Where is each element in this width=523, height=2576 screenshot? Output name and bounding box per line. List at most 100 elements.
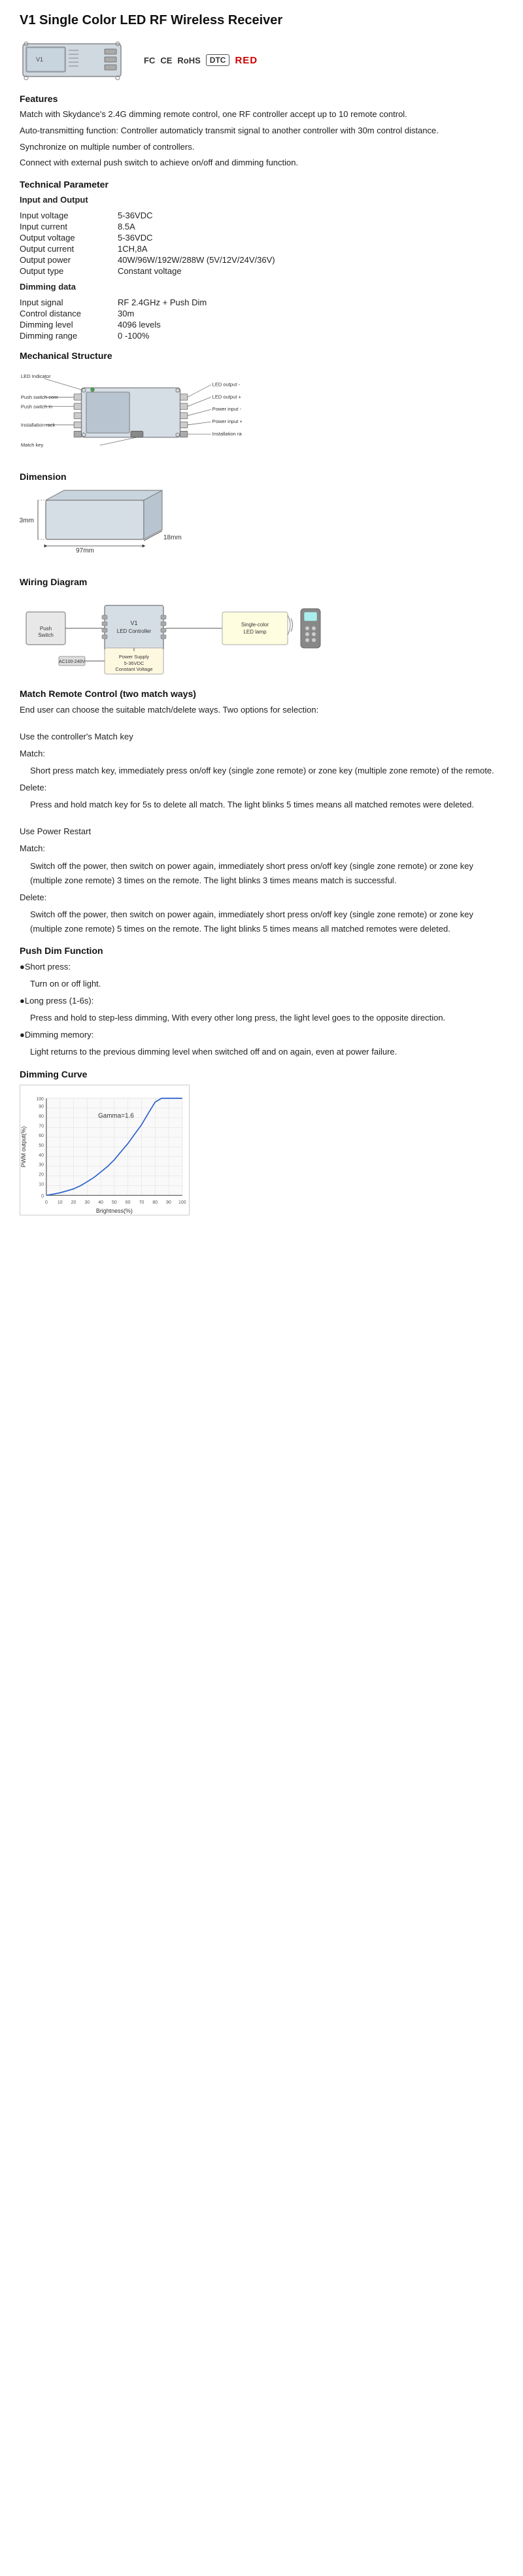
short-press-text: Turn on or off light. — [20, 977, 503, 991]
svg-text:30: 30 — [84, 1200, 90, 1205]
svg-text:50: 50 — [39, 1144, 44, 1148]
svg-text:30: 30 — [39, 1162, 44, 1167]
svg-text:18mm: 18mm — [163, 534, 182, 541]
svg-text:AC100-240V: AC100-240V — [59, 660, 85, 664]
param-value: 5-36VDC — [118, 210, 503, 221]
param-value: 40W/96W/192W/288W (5V/12V/24V/36V) — [118, 254, 503, 265]
param-label: Input signal — [20, 297, 118, 308]
svg-text:80: 80 — [152, 1200, 158, 1205]
svg-text:Power Supply: Power Supply — [119, 654, 150, 660]
long-press-text: Press and hold to step-less dimming, Wit… — [20, 1011, 503, 1025]
certifications: FC CE RoHS DTC RED — [144, 54, 258, 66]
param-label: Dimming level — [20, 319, 118, 330]
param-row: Control distance 30m — [20, 308, 503, 319]
svg-text:100: 100 — [36, 1096, 44, 1101]
param-value: 5-36VDC — [118, 232, 503, 243]
svg-text:90: 90 — [166, 1200, 171, 1205]
svg-text:40: 40 — [98, 1200, 103, 1205]
param-label: Output current — [20, 243, 118, 254]
param-row: Input current 8.5A — [20, 221, 503, 232]
param-label: Output power — [20, 254, 118, 265]
svg-text:70: 70 — [139, 1200, 144, 1205]
svg-text:5-36VDC: 5-36VDC — [124, 660, 144, 666]
svg-text:Installation rack: Installation rack — [212, 431, 242, 437]
match-remote-intro: End user can choose the suitable match/d… — [20, 703, 503, 717]
svg-text:V1: V1 — [36, 56, 43, 63]
svg-text:Power input +: Power input + — [212, 418, 242, 424]
param-label: Input current — [20, 221, 118, 232]
svg-text:Single-color: Single-color — [241, 622, 269, 628]
technical-heading: Technical Parameter — [20, 179, 503, 190]
svg-text:90: 90 — [39, 1104, 44, 1109]
dtc-cert: DTC — [206, 54, 230, 66]
svg-text:LED output -: LED output - — [212, 381, 241, 387]
features-content: Match with Skydance's 2.4G dimming remot… — [20, 108, 503, 170]
product-image: V1 — [20, 37, 124, 83]
param-label: Dimming range — [20, 330, 118, 341]
features-heading: Features — [20, 93, 503, 104]
param-label: Input voltage — [20, 210, 118, 221]
param-value: 0 -100% — [118, 330, 503, 341]
svg-text:Brightness(%): Brightness(%) — [96, 1208, 133, 1214]
param-row: Output current 1CH,8A — [20, 243, 503, 254]
svg-text:LED output +: LED output + — [212, 394, 242, 399]
product-header: V1 FC CE RoHS DTC RED — [20, 37, 503, 83]
param-value: 8.5A — [118, 221, 503, 232]
use-controller-key-label: Use the controller's Match key — [20, 730, 503, 744]
svg-text:Constant Voltage: Constant Voltage — [115, 666, 152, 672]
param-label: Output voltage — [20, 232, 118, 243]
use-power-restart-label: Use Power Restart — [20, 824, 503, 839]
mechanical-heading: Mechanical Structure — [20, 350, 503, 361]
svg-text:LED lamp: LED lamp — [243, 629, 267, 635]
feature-line-4: Connect with external push switch to ach… — [20, 156, 503, 170]
feature-line-2: Auto-transmitting function: Controller a… — [20, 124, 503, 138]
param-row: Output type Constant voltage — [20, 265, 503, 277]
short-press-label: ●Short press: — [20, 960, 503, 974]
svg-text:60: 60 — [39, 1134, 44, 1138]
long-press-label: ●Long press (1-6s): — [20, 994, 503, 1008]
param-value: Constant voltage — [118, 265, 503, 277]
svg-text:20: 20 — [71, 1200, 76, 1205]
delete-label-1: Delete: — [20, 781, 503, 795]
param-value: RF 2.4GHz + Push Dim — [118, 297, 503, 308]
match-remote-heading: Match Remote Control (two match ways) — [20, 688, 503, 699]
svg-text:Push switch com: Push switch com — [21, 394, 58, 400]
wiring-diagram: Push Switch V1 LED Controller Single-col… — [20, 592, 503, 679]
wiring-heading: Wiring Diagram — [20, 577, 503, 587]
mechanical-diagram: LED Indicator Push switch com Push switc… — [20, 365, 503, 462]
param-row: Input signal RF 2.4GHz + Push Dim — [20, 297, 503, 308]
rohs-cert: RoHS — [177, 56, 200, 65]
input-output-sub: Input and Output — [20, 194, 503, 207]
svg-text:50: 50 — [112, 1200, 117, 1205]
delete-text-1: Press and hold match key for 5s to delet… — [20, 798, 503, 812]
svg-text:40: 40 — [39, 1153, 44, 1157]
params-table-1: Input voltage 5-36VDC Input current 8.5A… — [20, 210, 503, 277]
dimension-heading: Dimension — [20, 471, 503, 482]
dimming-mem-label: ●Dimming memory: — [20, 1028, 503, 1042]
dimming-mem-text: Light returns to the previous dimming le… — [20, 1045, 503, 1059]
push-dim-heading: Push Dim Function — [20, 945, 503, 956]
feature-line-3: Synchronize on multiple number of contro… — [20, 141, 503, 154]
svg-text:LED Indicator: LED Indicator — [21, 373, 51, 379]
svg-text:Push switch in: Push switch in — [21, 403, 52, 409]
svg-text:LED Controller: LED Controller — [117, 628, 152, 634]
svg-text:10: 10 — [58, 1200, 63, 1205]
svg-text:Gamma=1.6: Gamma=1.6 — [98, 1112, 134, 1119]
svg-text:PWM output(%): PWM output(%) — [20, 1126, 27, 1167]
dimming-data-sub: Dimming data — [20, 280, 503, 294]
match-text-2: Switch off the power, then switch on pow… — [20, 859, 503, 888]
svg-text:Switch: Switch — [38, 632, 54, 638]
svg-text:97mm: 97mm — [76, 547, 94, 554]
dimming-curve-diagram: Gamma=1.6 0 10 20 30 40 50 60 70 80 90 1… — [20, 1085, 503, 1217]
dimension-diagram: 97mm 33mm 18mm — [20, 487, 503, 568]
param-label: Control distance — [20, 308, 118, 319]
svg-text:0: 0 — [45, 1200, 48, 1205]
svg-text:0: 0 — [41, 1194, 44, 1198]
param-row: Output voltage 5-36VDC — [20, 232, 503, 243]
delete-label-2: Delete: — [20, 890, 503, 905]
svg-text:33mm: 33mm — [20, 517, 34, 524]
svg-text:Push: Push — [40, 626, 52, 632]
svg-text:70: 70 — [39, 1124, 44, 1128]
delete-text-2: Switch off the power, then switch on pow… — [20, 907, 503, 936]
match-text-1: Short press match key, immediately press… — [20, 764, 503, 778]
